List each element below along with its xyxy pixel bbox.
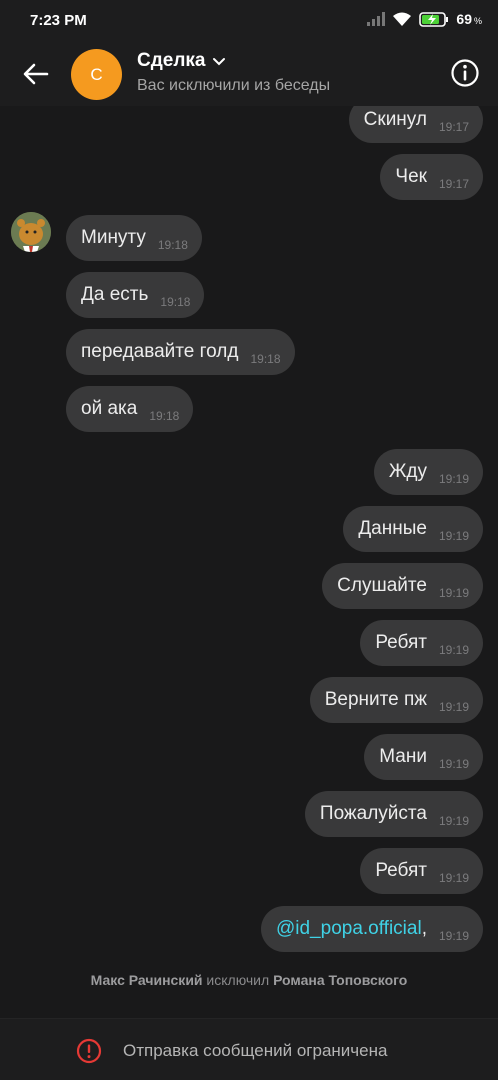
message-text: Данные [358,518,427,539]
message-text: Верните пж [324,689,427,710]
message-bubble[interactable]: Ребят 19:19 [360,620,483,666]
message-time: 19:19 [438,700,469,714]
message-time: 19:18 [149,409,180,423]
message-bubble[interactable]: Слушайте 19:19 [322,563,483,609]
system-action: исключил [206,972,270,988]
status-time: 7:23 PM [30,12,87,29]
message-text: Чек [395,166,427,187]
message-text: передавайте голд [81,341,239,362]
wifi-icon [393,12,412,26]
message-time: 19:19 [438,529,469,543]
message-text: Мани [379,746,427,767]
info-icon[interactable] [450,58,480,88]
message-bubble[interactable]: ой ака 19:18 [66,386,194,432]
message-time: 19:18 [250,352,281,366]
restricted-footer: Отправка сообщений ограничена [0,1018,498,1080]
chevron-down-icon [212,58,225,66]
message-text: ой ака [81,398,138,419]
chat-title[interactable]: Сделка [137,50,226,72]
message-list[interactable]: Скинул 19:17 Чек 19:17 Минуту 19:18 Да е… [0,106,498,1018]
chat-header: C Сделка Вас исключили из беседы [0,44,498,106]
restricted-text: Отправка сообщений ограничена [123,1041,388,1060]
back-arrow-icon[interactable] [20,58,52,90]
chat-title-text: Сделка [137,50,206,71]
message-time: 19:19 [438,871,469,885]
battery-charging-icon [419,11,449,27]
message-time: 19:17 [438,177,469,191]
message-bubble[interactable]: @id_popa.official, 19:19 [260,906,483,952]
system-actor[interactable]: Макс Рачинский [91,972,203,988]
chat-subtitle: Вас исключили из беседы [137,77,331,94]
message-text: Жду [388,461,427,482]
message-time: 19:17 [438,120,469,134]
message-time: 19:19 [438,814,469,828]
signal-icon [367,12,386,26]
system-target[interactable]: Романа Топовского [273,972,407,988]
message-time: 19:19 [438,586,469,600]
message-text: Слушайте [337,575,427,596]
system-message: Макс Рачинский исключил Романа Топовског… [0,972,498,988]
message-time: 19:18 [157,238,188,252]
message-text: Пожалуйста [319,803,427,824]
message-bubble[interactable]: Ребят 19:19 [360,848,483,894]
message-bubble[interactable]: Скинул 19:17 [348,106,483,143]
message-time: 19:19 [438,757,469,771]
message-bubble[interactable]: Минуту 19:18 [66,215,202,261]
message-text: Ребят [375,860,427,881]
message-bubble[interactable]: Пожалуйста 19:19 [304,791,483,837]
message-bubble[interactable]: Верните пж 19:19 [309,677,483,723]
message-bubble[interactable]: Жду 19:19 [373,449,483,495]
sender-avatar[interactable] [11,212,51,252]
message-text: Да есть [81,284,149,305]
message-bubble[interactable]: передавайте голд 19:18 [66,329,295,375]
status-icons: 69% [367,11,482,27]
user-mention-link[interactable]: @id_popa.official [276,918,422,939]
message-bubble[interactable]: Да есть 19:18 [66,272,205,318]
message-time: 19:18 [160,295,191,309]
message-time: 19:19 [438,643,469,657]
warning-icon [76,1038,102,1064]
message-bubble[interactable]: Данные 19:19 [343,506,483,552]
message-bubble[interactable]: Мани 19:19 [364,734,483,780]
message-text: Минуту [81,227,146,248]
message-bubble[interactable]: Чек 19:17 [380,154,483,200]
battery-percent: 69% [456,11,482,27]
message-time: 19:19 [438,929,469,943]
message-text: Скинул [363,109,427,130]
message-time: 19:19 [438,472,469,486]
message-text: @id_popa.official, [275,918,427,939]
status-bar: 7:23 PM 69% [0,0,498,44]
sender-avatar-image [11,212,51,252]
chat-avatar[interactable]: C [71,49,122,100]
message-text: Ребят [375,632,427,653]
